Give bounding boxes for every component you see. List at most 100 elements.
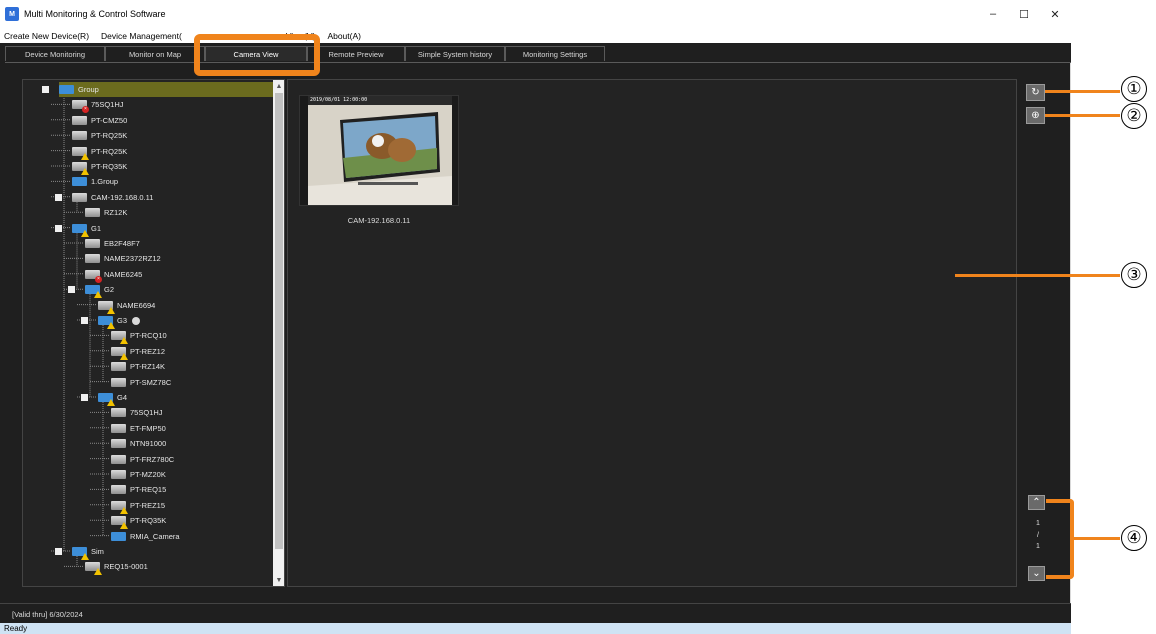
tree-device-item[interactable]: CAM-192.168.0.11 <box>72 190 153 205</box>
tree-group-item[interactable]: G2 <box>85 282 115 299</box>
tree-group-item[interactable]: G1 <box>72 221 101 237</box>
app-logo-icon: M <box>5 7 19 21</box>
callout-number-4: ④ <box>1121 525 1147 551</box>
camera-view-panel: 2019/08/01 12:00:00 CAM-192.168.0.11 <box>287 79 1017 587</box>
tree-group-item[interactable]: G4 <box>98 390 127 406</box>
tab-monitor-on-map[interactable]: Monitor on Map <box>105 46 205 61</box>
projector-icon <box>111 439 126 449</box>
projector-icon <box>85 239 100 248</box>
device-tree-panel: Group × 75SQ1HJ PT-CMZ50 PT-RQ25K PT-RQ25K PT-… <box>22 79 285 587</box>
tree-device-item[interactable]: NAME2372RZ12 <box>85 251 161 266</box>
camera-image <box>300 96 458 205</box>
menu-about[interactable]: About(A) <box>321 31 367 41</box>
tree-group-item[interactable]: Group <box>59 82 273 97</box>
tree-item-label: RZ12K <box>104 208 128 218</box>
projector-icon <box>72 146 89 160</box>
tree-device-item[interactable]: PT-RQ25K <box>72 128 127 143</box>
tree-device-item[interactable]: ET-FMP50 <box>111 421 166 436</box>
folder-icon <box>72 223 89 237</box>
tree-group-item[interactable]: RMIA_Camera <box>111 529 180 544</box>
folder-icon <box>85 285 102 299</box>
tree-device-item[interactable]: EB2F48F7 <box>85 236 140 251</box>
collapse-toggle-icon[interactable] <box>42 86 49 93</box>
tree-device-item[interactable]: PT-MZ20K <box>111 467 166 482</box>
tree-device-item[interactable]: RZ12K <box>85 205 127 220</box>
chevron-up-icon: ⌃ <box>1032 497 1041 508</box>
tab-remote-preview[interactable]: Remote Preview <box>307 46 405 61</box>
page-up-button[interactable]: ⌃ <box>1028 495 1045 510</box>
callout-number-1: ① <box>1121 76 1147 102</box>
tree-device-item[interactable]: PT-REZ15 <box>111 498 165 514</box>
collapse-toggle-icon[interactable] <box>68 286 75 294</box>
tree-device-item[interactable]: PT-RQ35K <box>111 513 167 530</box>
minimize-icon: – <box>989 8 997 20</box>
tree-device-item[interactable]: PT-REQ15 <box>111 482 166 497</box>
tree-device-item[interactable]: PT-REZ12 <box>111 344 165 360</box>
folder-icon <box>72 547 89 560</box>
tree-group-item[interactable]: 1.Group <box>72 174 118 189</box>
projector-icon <box>111 346 128 360</box>
tree-item-label: PT-RQ35K <box>130 516 167 526</box>
close-button[interactable]: ✕ <box>1040 0 1070 28</box>
tree-item-label: REQ15-0001 <box>104 562 148 572</box>
tree-item-label: PT-REQ15 <box>130 485 167 495</box>
camera-thumbnail[interactable]: 2019/08/01 12:00:00 <box>299 95 459 206</box>
menu-device-management[interactable]: Device Management( <box>95 31 188 41</box>
menu-create-new-device[interactable]: Create New Device(R) <box>0 31 95 41</box>
tree-device-item[interactable]: PT-RZ14K <box>111 359 165 374</box>
tab-device-monitoring[interactable]: Device Monitoring <box>5 46 105 61</box>
maximize-button[interactable]: ☐ <box>1009 0 1039 28</box>
tree-device-item[interactable]: NTN91000 <box>111 436 166 451</box>
projector-icon <box>98 300 115 314</box>
callout-line-2 <box>1045 114 1120 117</box>
web-browser-button[interactable]: ⊕ <box>1026 107 1045 124</box>
tree-device-item[interactable]: PT-RQ35K <box>72 159 128 175</box>
tree-group-item[interactable]: Sim <box>72 544 104 560</box>
collapse-toggle-icon[interactable] <box>81 394 88 401</box>
tree-device-item[interactable]: × NAME6245 <box>85 267 142 283</box>
refresh-button[interactable]: ↻ <box>1026 84 1045 101</box>
menu-bar: Create New Device(R) Device Management( … <box>0 28 1071 43</box>
scroll-up-icon[interactable]: ▲ <box>273 80 284 92</box>
tree-group-item[interactable]: G3 <box>98 313 141 329</box>
tree-device-item[interactable]: × 75SQ1HJ <box>72 97 124 114</box>
tree-item-label: 75SQ1HJ <box>91 100 124 110</box>
tree-device-item[interactable]: REQ15-0001 <box>85 559 148 576</box>
tree-device-item[interactable]: PT-FRZ780C <box>111 452 174 467</box>
projector-icon: × <box>72 100 89 114</box>
tab-simple-system-history[interactable]: Simple System history <box>405 46 505 61</box>
collapse-toggle-icon[interactable] <box>55 548 62 555</box>
tree-item-label: PT-RQ35K <box>91 162 128 171</box>
projector-icon: × <box>85 269 102 283</box>
collapse-toggle-icon[interactable] <box>81 317 88 324</box>
tree-item-label: ET-FMP50 <box>130 423 166 433</box>
projector-icon <box>72 115 87 125</box>
tree-device-item[interactable]: 75SQ1HJ <box>111 405 163 420</box>
tree-device-item[interactable]: PT-CMZ50 <box>72 113 127 128</box>
page-down-button[interactable]: ⌄ <box>1028 566 1045 581</box>
collapse-toggle-icon[interactable] <box>55 224 62 232</box>
tree-device-item[interactable]: NAME6694 <box>98 298 155 314</box>
tree-scrollbar[interactable]: ▲ ▼ <box>273 80 284 586</box>
tree-device-item[interactable]: PT-RCQ10 <box>111 328 167 345</box>
scroll-thumb[interactable] <box>275 93 283 549</box>
camera-caption: CAM-192.168.0.11 <box>347 216 411 225</box>
app-root: M Multi Monitoring & Control Software – … <box>0 0 1156 634</box>
projector-icon <box>111 362 126 372</box>
folder-icon <box>111 531 126 541</box>
tree-device-item[interactable]: PT-RQ25K <box>72 144 127 160</box>
collapse-toggle-icon[interactable] <box>55 193 62 201</box>
tree-item-label: RMIA_Camera <box>130 531 180 541</box>
minimize-button[interactable]: – <box>978 0 1008 28</box>
tab-divider <box>5 62 1071 63</box>
scroll-down-icon[interactable]: ▼ <box>273 574 284 586</box>
projector-icon <box>111 500 128 514</box>
tab-monitoring-settings[interactable]: Monitoring Settings <box>505 46 605 61</box>
projector-icon <box>72 192 87 202</box>
tree-device-item[interactable]: PT-SMZ78C <box>111 375 171 390</box>
tree-item-label: G2 <box>104 285 115 295</box>
globe-icon: ⊕ <box>1031 110 1040 121</box>
callout-line-1 <box>1045 90 1120 93</box>
folder-icon <box>98 316 115 329</box>
page-total: 1 <box>1036 543 1040 550</box>
